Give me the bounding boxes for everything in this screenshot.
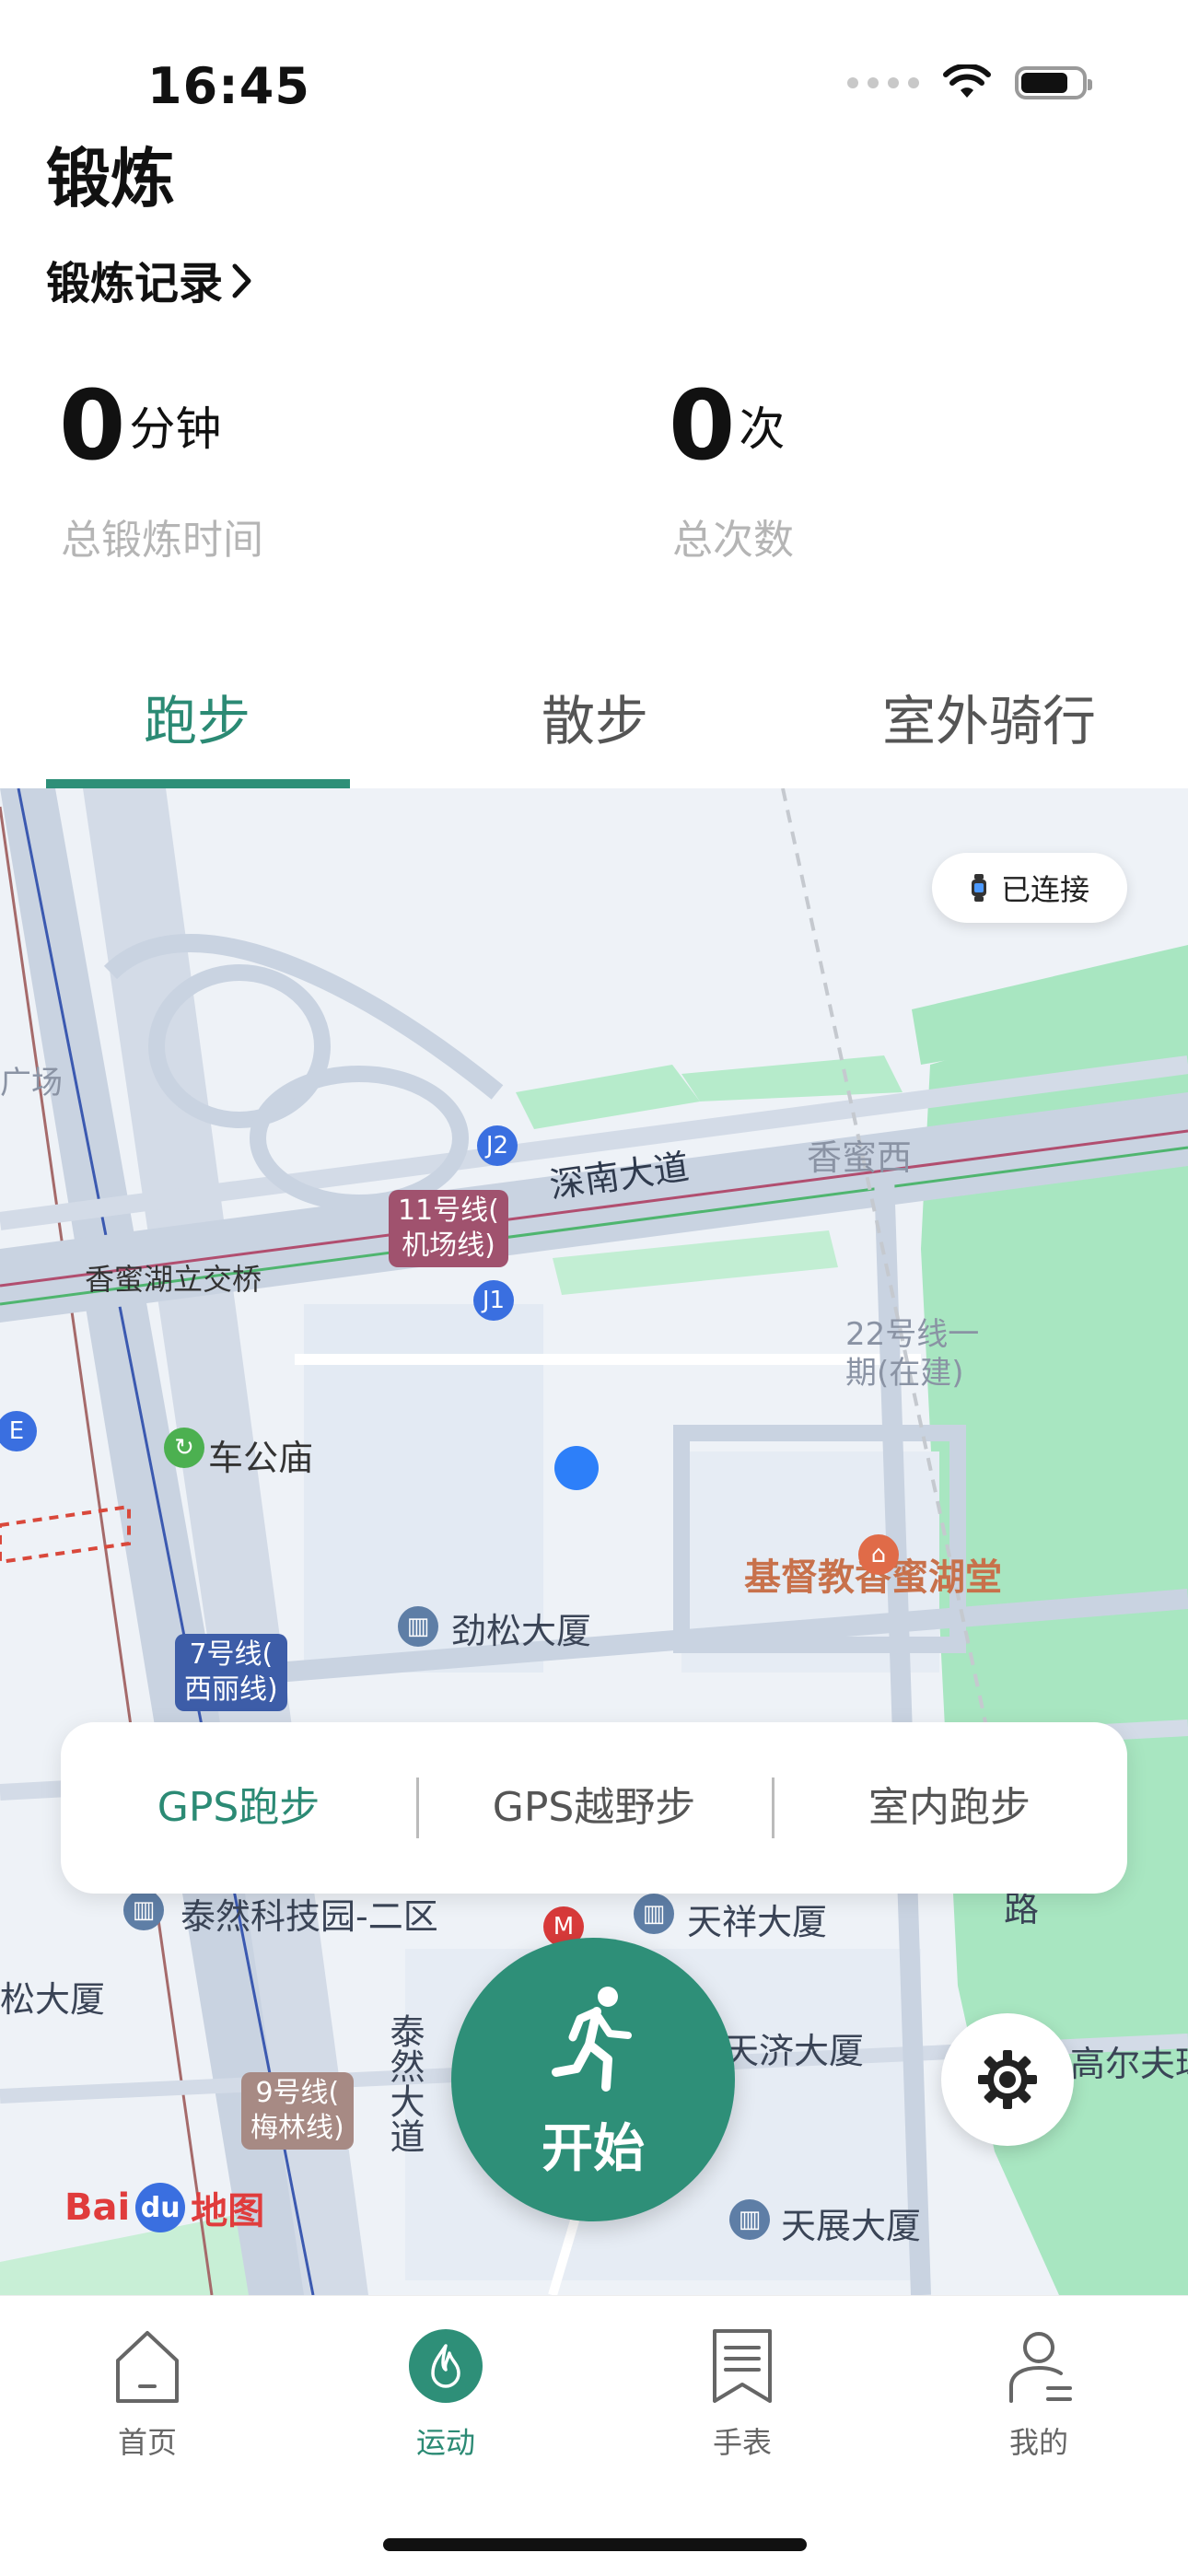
map-label-golf: 高尔夫球 [1070, 2044, 1188, 2084]
watch-bookmark-icon [713, 2329, 772, 2403]
current-location-marker [554, 1446, 599, 1490]
home-indicator [383, 2538, 807, 2551]
exercise-records-label: 锻炼记录 [46, 258, 224, 309]
nav-watch[interactable]: 手表 [650, 2327, 834, 2462]
activity-tabs: 跑步 散步 室外骑行 [0, 678, 1188, 788]
page-title: 锻炼 [46, 141, 175, 216]
nav-profile[interactable]: 我的 [947, 2327, 1131, 2462]
exit-tag-j1: J1 [473, 1280, 514, 1321]
connection-label: 已连接 [1000, 872, 1089, 907]
nav-profile-label: 我的 [1008, 2425, 1068, 2460]
building-icon: ▥ [634, 1894, 674, 1934]
baidu-map-logo: Bai du 地图 [64, 2181, 264, 2234]
battery-icon [1015, 66, 1092, 99]
nav-home-label: 首页 [117, 2425, 177, 2460]
map-label-line22: 22号线一 期(在建) [845, 1316, 980, 1392]
map-label-tairan-park: 泰然科技园-二区 [181, 1896, 438, 1937]
building-icon: ▥ [123, 1890, 164, 1930]
active-tab-indicator [46, 779, 350, 788]
watch-icon [971, 874, 986, 902]
exercise-records-link[interactable]: 锻炼记录 [46, 247, 254, 311]
total-time-unit: 分钟 [129, 402, 222, 456]
building-icon: ▥ [398, 1606, 438, 1647]
mode-indoor-running[interactable]: 室内跑步 [772, 1722, 1127, 1894]
metro-station-icon: ↻ [164, 1428, 204, 1468]
building-icon: ▥ [729, 2199, 770, 2240]
metro-tag-line7: 7号线( 西丽线) [175, 1634, 287, 1711]
chevron-right-icon [232, 263, 251, 298]
nav-exercise[interactable]: 运动 [354, 2327, 538, 2462]
home-icon [116, 2331, 179, 2403]
map-label-tianji-building: 天济大厦 [724, 2031, 865, 2071]
map-label-tairan-road: 泰然大道 [384, 2013, 425, 2153]
total-count-value: 0 [669, 369, 736, 482]
map-label-xiangmi-lake-bridge: 香蜜湖立交桥 [85, 1262, 262, 1297]
metro-tag-line9: 9号线( 梅林线) [241, 2072, 354, 2150]
watch-connection-status[interactable]: 已连接 [932, 853, 1127, 923]
start-button[interactable]: 开始 [451, 1938, 735, 2221]
bottom-navigation: 首页 运动 手表 我的 [0, 2295, 1188, 2576]
church-icon: ⌂ [858, 1534, 899, 1575]
run-mode-selector: GPS跑步 GPS越野步 室内跑步 [61, 1722, 1127, 1894]
metro-tag-line11: 11号线( 机场线) [389, 1190, 508, 1267]
total-time-stat: 0 分钟 [59, 378, 221, 473]
signal-icon [847, 77, 919, 88]
map-label-tianxiang-building: 天祥大厦 [687, 1902, 828, 1942]
map-view[interactable]: 广场 香蜜湖立交桥 深南大道 香蜜西 22号线一 期(在建) 车公庙 基督教香蜜… [0, 788, 1188, 2295]
tab-walking[interactable]: 散步 [542, 678, 648, 755]
exit-tag-j2: J2 [477, 1125, 518, 1166]
run-settings-button[interactable] [941, 2013, 1074, 2146]
nav-home[interactable]: 首页 [55, 2327, 239, 2462]
total-time-label: 总锻炼时间 [61, 517, 263, 564]
status-time: 16:45 [147, 57, 310, 115]
total-count-unit: 次 [739, 402, 786, 456]
total-count-label: 总次数 [672, 517, 794, 564]
mode-gps-trail[interactable]: GPS越野步 [416, 1722, 772, 1894]
mode-gps-running[interactable]: GPS跑步 [61, 1722, 416, 1894]
map-label-jinsong-building: 劲松大厦 [451, 1611, 592, 1651]
tab-outdoor-cycling[interactable]: 室外骑行 [882, 678, 1096, 755]
wifi-icon [943, 64, 991, 98]
nav-watch-label: 手表 [712, 2425, 772, 2460]
profile-icon [1009, 2332, 1072, 2403]
map-label-airport-fragment: 广场 [0, 1065, 63, 1102]
start-label: 开始 [542, 2119, 645, 2179]
map-label-xiangmi-west: 香蜜西 [807, 1137, 913, 1178]
flame-icon [409, 2329, 483, 2403]
status-icons [847, 64, 1092, 101]
total-count-stat: 0 次 [669, 378, 785, 473]
nav-exercise-label: 运动 [415, 2425, 475, 2460]
runner-icon [552, 1987, 632, 2092]
gear-icon [978, 2050, 1037, 2109]
map-label-chegongmiao: 车公庙 [208, 1438, 314, 1478]
total-time-value: 0 [59, 369, 126, 482]
map-label-tianzhan-building: 天展大厦 [781, 2206, 922, 2246]
tab-running[interactable]: 跑步 [144, 678, 250, 755]
map-label-left-building: 松大厦 [0, 1979, 106, 2020]
